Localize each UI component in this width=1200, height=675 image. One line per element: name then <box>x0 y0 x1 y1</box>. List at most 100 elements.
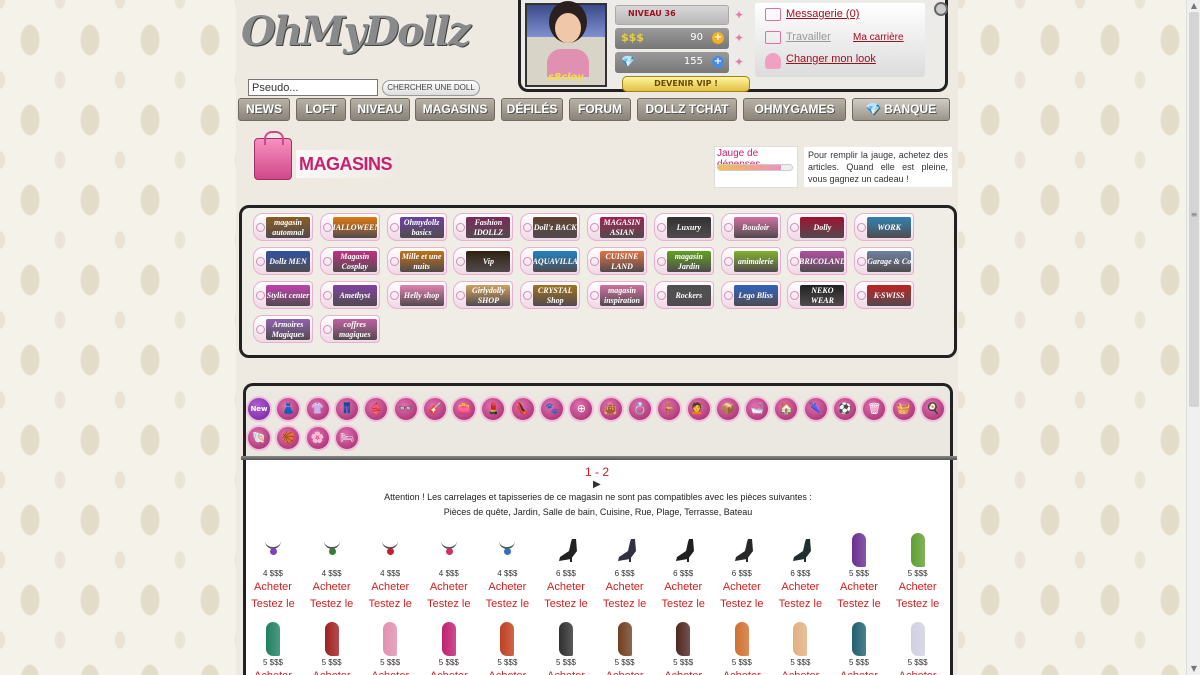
career-link[interactable]: Ma carrière <box>853 32 904 43</box>
item-image[interactable] <box>244 622 302 656</box>
nav-niveau[interactable]: NIVEAU <box>350 98 410 121</box>
avatar[interactable]: s8cloy <box>525 3 607 87</box>
shop-link[interactable]: magasin inspiration <box>587 281 647 309</box>
item-image[interactable] <box>303 533 361 567</box>
category-icon[interactable]: 💇 <box>685 396 712 422</box>
shop-link[interactable]: BRICOLAND <box>787 247 848 275</box>
shop-link[interactable]: K·SWISS <box>854 281 915 309</box>
item-image[interactable] <box>478 533 536 567</box>
page-scrollbar[interactable]: ▲ ≡ ▼ <box>1186 0 1200 675</box>
try-link[interactable]: Testez le <box>889 597 947 612</box>
buy-link[interactable]: Acheter <box>537 580 595 595</box>
buy-link[interactable]: Acheter <box>303 669 361 675</box>
category-icon[interactable]: 🍳 <box>919 396 946 422</box>
buy-link[interactable]: Acheter <box>361 669 419 675</box>
shop-link[interactable]: WORK <box>854 213 915 241</box>
add-diamond-icon[interactable]: + <box>712 56 724 68</box>
nav-forum[interactable]: FORUM <box>569 98 631 121</box>
shop-link[interactable]: magasin automnal <box>253 213 313 241</box>
try-link[interactable]: Testez le <box>654 597 712 612</box>
buy-link[interactable]: Acheter <box>830 580 888 595</box>
buy-link[interactable]: Acheter <box>244 669 302 675</box>
shop-link[interactable]: coffres magiques <box>319 315 380 343</box>
shop-link[interactable]: Armoires Magiques <box>253 315 313 343</box>
category-new[interactable]: New <box>246 396 272 422</box>
try-link[interactable]: Testez le <box>361 597 419 612</box>
item-image[interactable] <box>537 533 595 567</box>
buy-link[interactable]: Acheter <box>771 669 829 675</box>
try-link[interactable]: Testez le <box>713 597 771 612</box>
item-image[interactable] <box>303 622 361 656</box>
item-image[interactable] <box>771 533 829 567</box>
shop-link[interactable]: Rockers <box>653 281 714 309</box>
category-icon[interactable]: 📦 <box>714 396 741 422</box>
shop-link[interactable]: Ohmydollz basics <box>386 213 447 241</box>
buy-link[interactable]: Acheter <box>713 580 771 595</box>
shop-link[interactable]: Amethyst <box>319 281 380 309</box>
buy-link[interactable]: Acheter <box>713 669 771 675</box>
nav-news[interactable]: NEWS <box>238 98 290 121</box>
try-link[interactable]: Testez le <box>596 597 654 612</box>
buy-link[interactable]: Acheter <box>361 580 419 595</box>
item-image[interactable] <box>244 533 302 567</box>
shop-link[interactable]: CUISINE LAND <box>587 247 647 275</box>
pagination[interactable]: 1 - 2 <box>585 465 609 479</box>
try-link[interactable]: Testez le <box>771 597 829 612</box>
buy-link[interactable]: Acheter <box>244 580 302 595</box>
shop-link[interactable]: Stylist center <box>253 281 313 309</box>
buy-link[interactable]: Acheter <box>654 580 712 595</box>
nav-defiles[interactable]: DÉFILÉS <box>501 98 563 121</box>
shop-link[interactable]: MAGASIN ASIAN <box>587 213 647 241</box>
category-icon[interactable]: ⚽ <box>832 396 858 422</box>
shop-link[interactable]: Boudoir <box>720 213 781 241</box>
try-link[interactable]: Testez le <box>537 597 595 612</box>
item-image[interactable] <box>889 533 947 567</box>
item-image[interactable] <box>654 622 712 656</box>
item-image[interactable] <box>830 622 888 656</box>
try-link[interactable]: Testez le <box>830 597 888 612</box>
category-icon[interactable]: 🐚 <box>246 425 272 451</box>
item-image[interactable] <box>713 533 771 567</box>
category-icon[interactable]: 🧺 <box>890 396 917 422</box>
item-image[interactable] <box>654 533 712 567</box>
shop-link[interactable]: animalerie <box>720 247 781 275</box>
category-icon[interactable]: 👚 <box>304 396 331 422</box>
shop-link[interactable]: Dollz MEN <box>253 247 313 275</box>
shop-link[interactable]: Garage & Co <box>854 247 915 275</box>
buy-link[interactable]: Acheter <box>303 580 361 595</box>
change-look-link[interactable]: Changer mon look <box>786 53 876 65</box>
category-icon[interactable]: 🪑 <box>656 396 683 422</box>
shop-link[interactable]: Girlydolly SHOP <box>453 281 514 309</box>
become-vip-button[interactable]: DEVENIR VIP ! <box>622 76 750 92</box>
shop-link[interactable]: Dolly <box>787 213 848 241</box>
travailler-link[interactable]: Travailler <box>786 31 831 43</box>
buy-link[interactable]: Acheter <box>889 580 947 595</box>
shop-link[interactable]: NEKO WEAR <box>787 281 848 309</box>
shop-link[interactable]: magasin Jardin <box>653 247 714 275</box>
try-link[interactable]: Testez le <box>420 597 478 612</box>
shop-link[interactable]: HALLOWEEN <box>319 213 380 241</box>
item-image[interactable] <box>889 622 947 656</box>
scroll-down-arrow[interactable]: ▼ <box>1187 663 1200 675</box>
add-money-icon[interactable]: + <box>712 32 724 44</box>
shop-link[interactable]: Mille et une nuits <box>386 247 447 275</box>
category-icon[interactable]: 👙 <box>363 396 390 422</box>
logout-icon[interactable] <box>934 2 948 16</box>
shop-link[interactable]: Doll'z BACK <box>520 213 581 241</box>
nav-dollz-tchat[interactable]: DOLLZ TCHAT <box>637 98 737 121</box>
category-icon[interactable]: 👖 <box>333 396 360 422</box>
buy-link[interactable]: Acheter <box>771 580 829 595</box>
buy-link[interactable]: Acheter <box>478 580 536 595</box>
shop-link[interactable]: Fashion IDOLLZ <box>453 213 514 241</box>
buy-link[interactable]: Acheter <box>420 669 478 675</box>
pseudo-search-input[interactable] <box>248 79 378 96</box>
try-link[interactable]: Testez le <box>303 597 361 612</box>
shop-link[interactable]: Vip <box>453 247 514 275</box>
buy-link[interactable]: Acheter <box>478 669 536 675</box>
item-image[interactable] <box>361 622 419 656</box>
category-icon[interactable]: 👠 <box>509 396 536 422</box>
item-image[interactable] <box>420 533 478 567</box>
item-image[interactable] <box>420 622 478 656</box>
category-icon[interactable]: 🌂 <box>802 396 829 422</box>
buy-link[interactable]: Acheter <box>889 669 947 675</box>
